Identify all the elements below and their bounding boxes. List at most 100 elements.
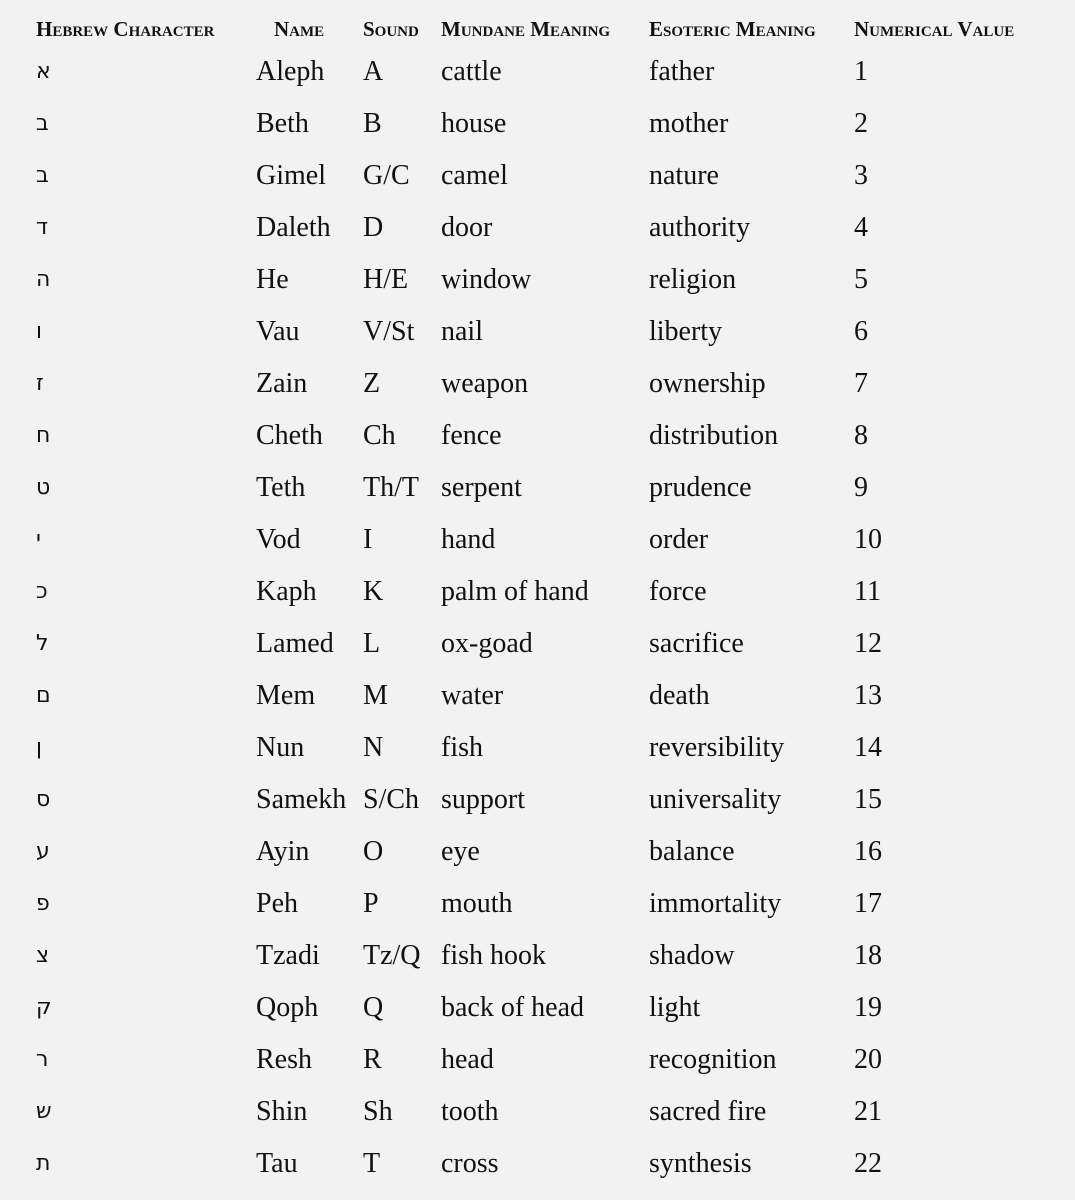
numerical-value: 12 bbox=[854, 628, 882, 659]
letter-sound: Q bbox=[363, 992, 384, 1023]
letter-name: He bbox=[256, 264, 289, 295]
mundane-meaning: fish bbox=[441, 732, 483, 763]
esoteric-meaning: father bbox=[649, 56, 715, 87]
esoteric-meaning: prudence bbox=[649, 472, 752, 503]
table-row: ד Daleth Ddoor authority 4 bbox=[0, 202, 1075, 254]
hebrew-character: ט bbox=[36, 475, 51, 500]
table-row: ס Samekh S/Ch support universality 15 bbox=[0, 774, 1075, 826]
mundane-meaning: door bbox=[441, 212, 493, 243]
letter-name: Ayin bbox=[256, 836, 310, 867]
table-row: ע Ayin Oeye balance 16 bbox=[0, 826, 1075, 878]
numerical-value: 7 bbox=[854, 368, 868, 399]
esoteric-meaning: universality bbox=[649, 784, 782, 815]
table-row: ק Qoph Qback of head light 19 bbox=[0, 982, 1075, 1034]
esoteric-meaning: authority bbox=[649, 212, 751, 243]
letter-sound: L bbox=[363, 628, 381, 659]
table-row: י Vod Ihand order 10 bbox=[0, 514, 1075, 566]
mundane-meaning: head bbox=[441, 1044, 494, 1075]
hebrew-character: א bbox=[36, 59, 51, 84]
letter-sound: Z bbox=[363, 368, 381, 399]
table-row: ט Teth Th/T serpent prudence 9 bbox=[0, 462, 1075, 514]
letter-sound: M bbox=[363, 680, 388, 711]
mundane-meaning: ox-goad bbox=[441, 628, 533, 659]
letter-name: Daleth bbox=[256, 212, 331, 243]
esoteric-meaning: sacrifice bbox=[649, 628, 744, 659]
letter-sound: Ch bbox=[363, 420, 396, 451]
letter-sound: D bbox=[363, 212, 384, 243]
numerical-value: 13 bbox=[854, 680, 882, 711]
mundane-meaning: cattle bbox=[441, 56, 502, 87]
numerical-value: 4 bbox=[854, 212, 868, 243]
letter-name: Lamed bbox=[256, 628, 334, 659]
hebrew-character: ז bbox=[36, 371, 44, 396]
esoteric-meaning: order bbox=[649, 524, 709, 555]
table-row: כ Kaph Kpalm of hand force 11 bbox=[0, 566, 1075, 618]
mundane-meaning: fish hook bbox=[441, 940, 546, 971]
letter-name: Tzadi bbox=[256, 940, 320, 971]
table-row: ת Tau Tcross synthesis 22 bbox=[0, 1138, 1075, 1190]
table-row: ש Shin Sh tooth sacred fire 21 bbox=[0, 1086, 1075, 1138]
numerical-value: 20 bbox=[854, 1044, 882, 1075]
numerical-value: 9 bbox=[854, 472, 868, 503]
numerical-value: 17 bbox=[854, 888, 882, 919]
letter-name: Gimel bbox=[256, 160, 326, 191]
letter-name: Beth bbox=[256, 108, 309, 139]
hebrew-character: ע bbox=[36, 839, 50, 864]
letter-name: Zain bbox=[256, 368, 308, 399]
esoteric-meaning: synthesis bbox=[649, 1148, 752, 1179]
letter-sound: G/C bbox=[363, 160, 410, 191]
esoteric-meaning: ownership bbox=[649, 368, 766, 399]
letter-sound: I bbox=[363, 524, 373, 555]
table-row: ר Resh Rhead recognition 20 bbox=[0, 1034, 1075, 1086]
letter-sound: R bbox=[363, 1044, 382, 1075]
hebrew-character: ה bbox=[36, 267, 51, 292]
hebrew-character: ב bbox=[36, 111, 49, 136]
letter-name: Peh bbox=[256, 888, 298, 919]
mundane-meaning: palm of hand bbox=[441, 576, 589, 607]
hebrew-character: ק bbox=[36, 995, 52, 1020]
letter-name: Mem bbox=[256, 680, 316, 711]
letter-name: Aleph bbox=[256, 56, 325, 87]
letter-name: Cheth bbox=[256, 420, 323, 451]
letter-sound: P bbox=[363, 888, 379, 919]
table-row: א Aleph Acattle father 1 bbox=[0, 46, 1075, 98]
letter-name: Vod bbox=[256, 524, 301, 555]
letter-sound: Sh bbox=[363, 1096, 393, 1127]
letter-sound: H/E bbox=[363, 264, 409, 295]
mundane-meaning: mouth bbox=[441, 888, 513, 919]
mundane-meaning: window bbox=[441, 264, 532, 295]
mundane-meaning: nail bbox=[441, 316, 483, 347]
mundane-meaning: support bbox=[441, 784, 525, 815]
mundane-meaning: hand bbox=[441, 524, 496, 555]
hebrew-character: ב bbox=[36, 163, 49, 188]
hebrew-character: ת bbox=[36, 1151, 51, 1176]
letter-name: Teth bbox=[256, 472, 306, 503]
esoteric-meaning: sacred fire bbox=[649, 1096, 767, 1127]
letter-sound: K bbox=[363, 576, 384, 607]
letter-name: Tau bbox=[256, 1148, 298, 1179]
table-row: ז Zain Zweapon ownership 7 bbox=[0, 358, 1075, 410]
hebrew-character: ר bbox=[36, 1047, 49, 1072]
mundane-meaning: fence bbox=[441, 420, 502, 451]
esoteric-meaning: light bbox=[649, 992, 701, 1023]
letter-sound: Th/T bbox=[363, 472, 419, 503]
mundane-meaning: water bbox=[441, 680, 504, 711]
letter-name: Qoph bbox=[256, 992, 319, 1023]
table-row: ל Lamed Lox-goad sacrifice 12 bbox=[0, 618, 1075, 670]
numerical-value: 21 bbox=[854, 1096, 882, 1127]
table-row: פ Peh Pmouth immortality 17 bbox=[0, 878, 1075, 930]
esoteric-meaning: mother bbox=[649, 108, 729, 139]
numerical-value: 22 bbox=[854, 1148, 882, 1179]
mundane-meaning: eye bbox=[441, 836, 480, 867]
table-row: ן Nun Nfish reversibility 14 bbox=[0, 722, 1075, 774]
mundane-meaning: house bbox=[441, 108, 507, 139]
numerical-value: 11 bbox=[854, 576, 881, 607]
esoteric-meaning: immortality bbox=[649, 888, 782, 919]
esoteric-meaning: recognition bbox=[649, 1044, 777, 1075]
table-row: ם Mem Mwater death 13 bbox=[0, 670, 1075, 722]
letter-name: Vau bbox=[256, 316, 300, 347]
mundane-meaning: serpent bbox=[441, 472, 522, 503]
letter-sound: S/Ch bbox=[363, 784, 420, 815]
hebrew-character: ס bbox=[36, 787, 51, 812]
numerical-value: 15 bbox=[854, 784, 882, 815]
